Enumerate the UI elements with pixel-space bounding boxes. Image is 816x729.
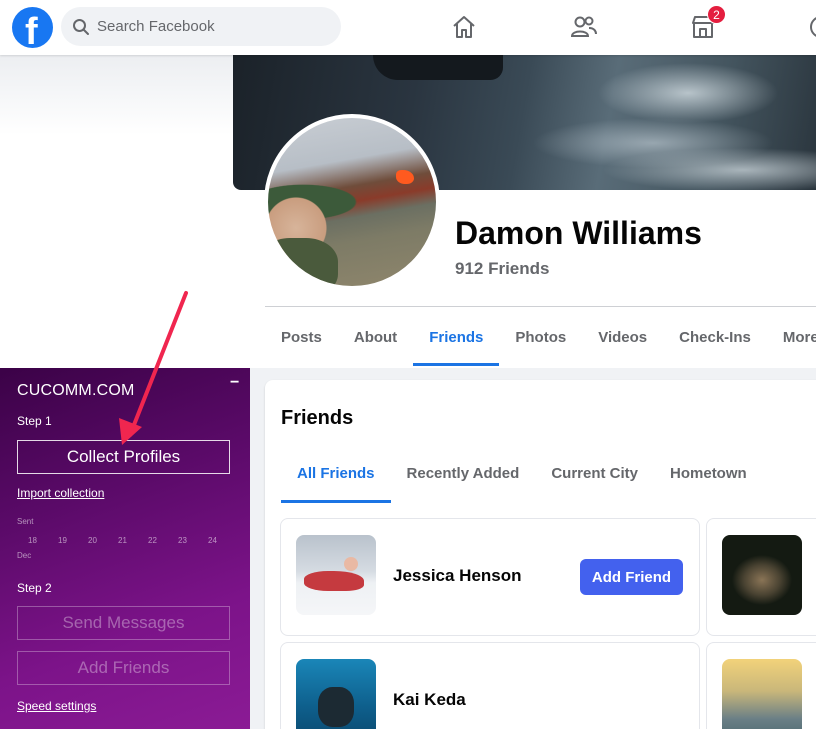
date-label: 24 [208, 536, 217, 545]
send-messages-button[interactable]: Send Messages [17, 606, 230, 640]
friend-name[interactable]: Kai Keda [393, 690, 466, 710]
tab-all-friends[interactable]: All Friends [281, 450, 391, 503]
profile-name: Damon Williams [455, 215, 702, 251]
step2-label: Step 2 [17, 581, 52, 595]
friend-item [706, 642, 816, 729]
facebook-logo[interactable]: f [12, 7, 53, 48]
friends-card-title: Friends [281, 407, 354, 429]
tab-hometown[interactable]: Hometown [654, 450, 763, 503]
home-nav-button[interactable] [444, 9, 484, 45]
home-icon [453, 16, 475, 38]
avatar-jacket-detail [268, 238, 338, 286]
top-navigation-bar: f 2 [0, 0, 816, 55]
friend-photo[interactable] [296, 659, 376, 729]
friend-photo[interactable] [296, 535, 376, 615]
friends-card: Friends All Friends Recently Added Curre… [265, 380, 816, 729]
red-arrow-annotation [119, 291, 188, 445]
friend-photo[interactable] [722, 659, 802, 729]
search-input[interactable] [97, 7, 327, 46]
speed-settings-link[interactable]: Speed settings [17, 699, 96, 713]
tab-posts[interactable]: Posts [265, 310, 338, 366]
tab-photos[interactable]: Photos [499, 310, 582, 366]
month-label: Dec [17, 551, 32, 560]
notification-badge: 2 [707, 5, 726, 24]
left-shade [0, 55, 233, 135]
date-label: 23 [178, 536, 187, 545]
groups-nav-button[interactable] [801, 9, 816, 45]
date-label: 19 [58, 536, 67, 545]
profile-tabs: Posts About Friends Photos Videos Check-… [265, 310, 816, 368]
date-label: 20 [88, 536, 97, 545]
tab-more[interactable]: More [767, 310, 816, 366]
photo-detail-face [344, 557, 358, 571]
sent-label: Sent [17, 517, 34, 526]
profile-divider [265, 306, 816, 307]
friend-name[interactable]: Jessica Henson [393, 566, 522, 586]
marketplace-nav-button[interactable]: 2 [683, 5, 726, 45]
friends-filter-tabs: All Friends Recently Added Current City … [281, 450, 763, 503]
tab-videos[interactable]: Videos [582, 310, 663, 366]
date-label: 22 [148, 536, 157, 545]
tab-check-ins[interactable]: Check-Ins [663, 310, 767, 366]
friends-nav-button[interactable] [563, 9, 603, 45]
screen: f 2 Damon Williams 912 Friends Posts Abo… [0, 0, 816, 729]
groups-icon [810, 17, 816, 37]
profile-friends-count[interactable]: 912 Friends [455, 259, 550, 279]
date-label: 21 [118, 536, 127, 545]
profile-picture[interactable] [264, 114, 440, 290]
friend-item [706, 518, 816, 636]
tab-about[interactable]: About [338, 310, 413, 366]
photo-detail-red-jacket [304, 571, 364, 591]
add-friends-button[interactable]: Add Friends [17, 651, 230, 685]
avatar-lava-detail [396, 170, 414, 184]
import-collection-link[interactable]: Import collection [17, 486, 104, 500]
friends-icon [570, 16, 597, 37]
minimize-button[interactable]: − [230, 374, 239, 392]
tab-friends[interactable]: Friends [413, 310, 500, 366]
step1-label: Step 1 [17, 414, 52, 428]
date-label: 18 [28, 536, 37, 545]
add-friend-button[interactable]: Add Friend [580, 559, 683, 595]
facebook-logo-letter: f [25, 11, 38, 48]
friend-photo[interactable] [722, 535, 802, 615]
tab-current-city[interactable]: Current City [535, 450, 654, 503]
search-box[interactable] [61, 7, 341, 46]
friend-item: Jessica Henson Add Friend [280, 518, 700, 636]
search-icon [73, 19, 89, 35]
friend-item: Kai Keda [280, 642, 700, 729]
tab-recently-added[interactable]: Recently Added [391, 450, 536, 503]
photo-detail-diver [318, 687, 354, 727]
cover-rock-shape [373, 55, 503, 80]
